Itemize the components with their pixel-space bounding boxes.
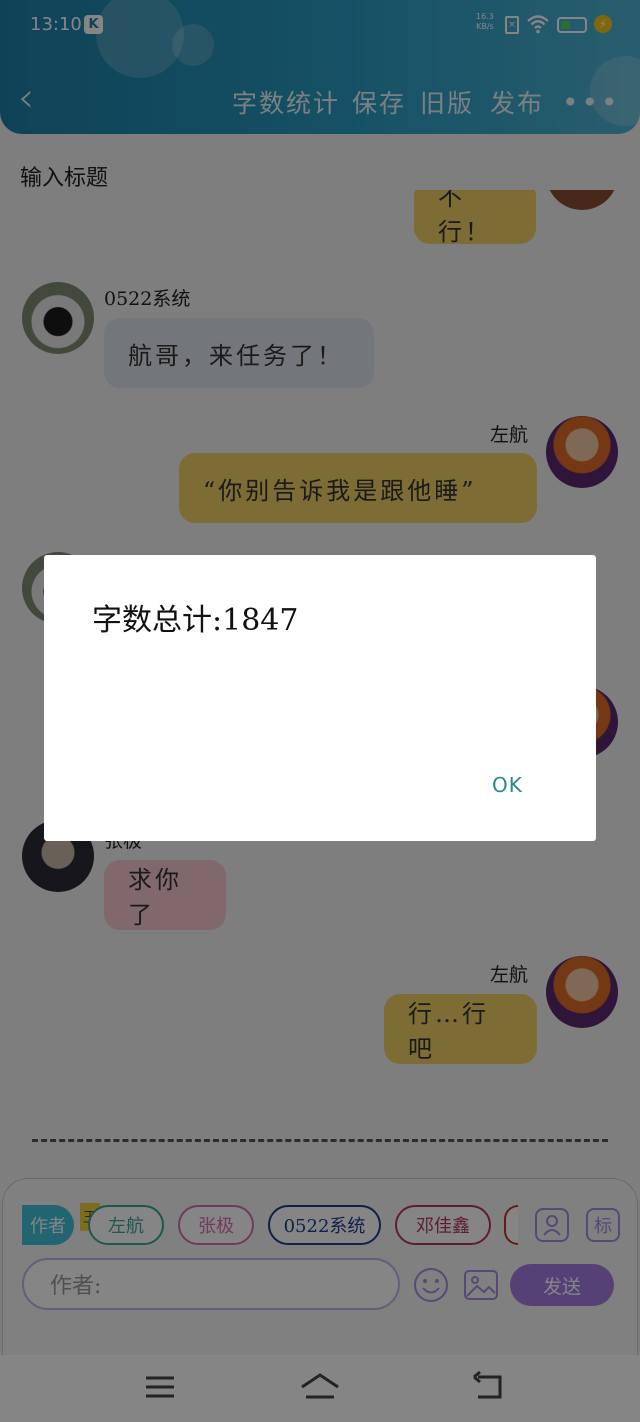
ok-button[interactable]: OK [492,773,523,797]
word-count-dialog: 字数总计:1847 OK [44,555,596,841]
dialog-message: 字数总计:1847 [92,603,299,638]
